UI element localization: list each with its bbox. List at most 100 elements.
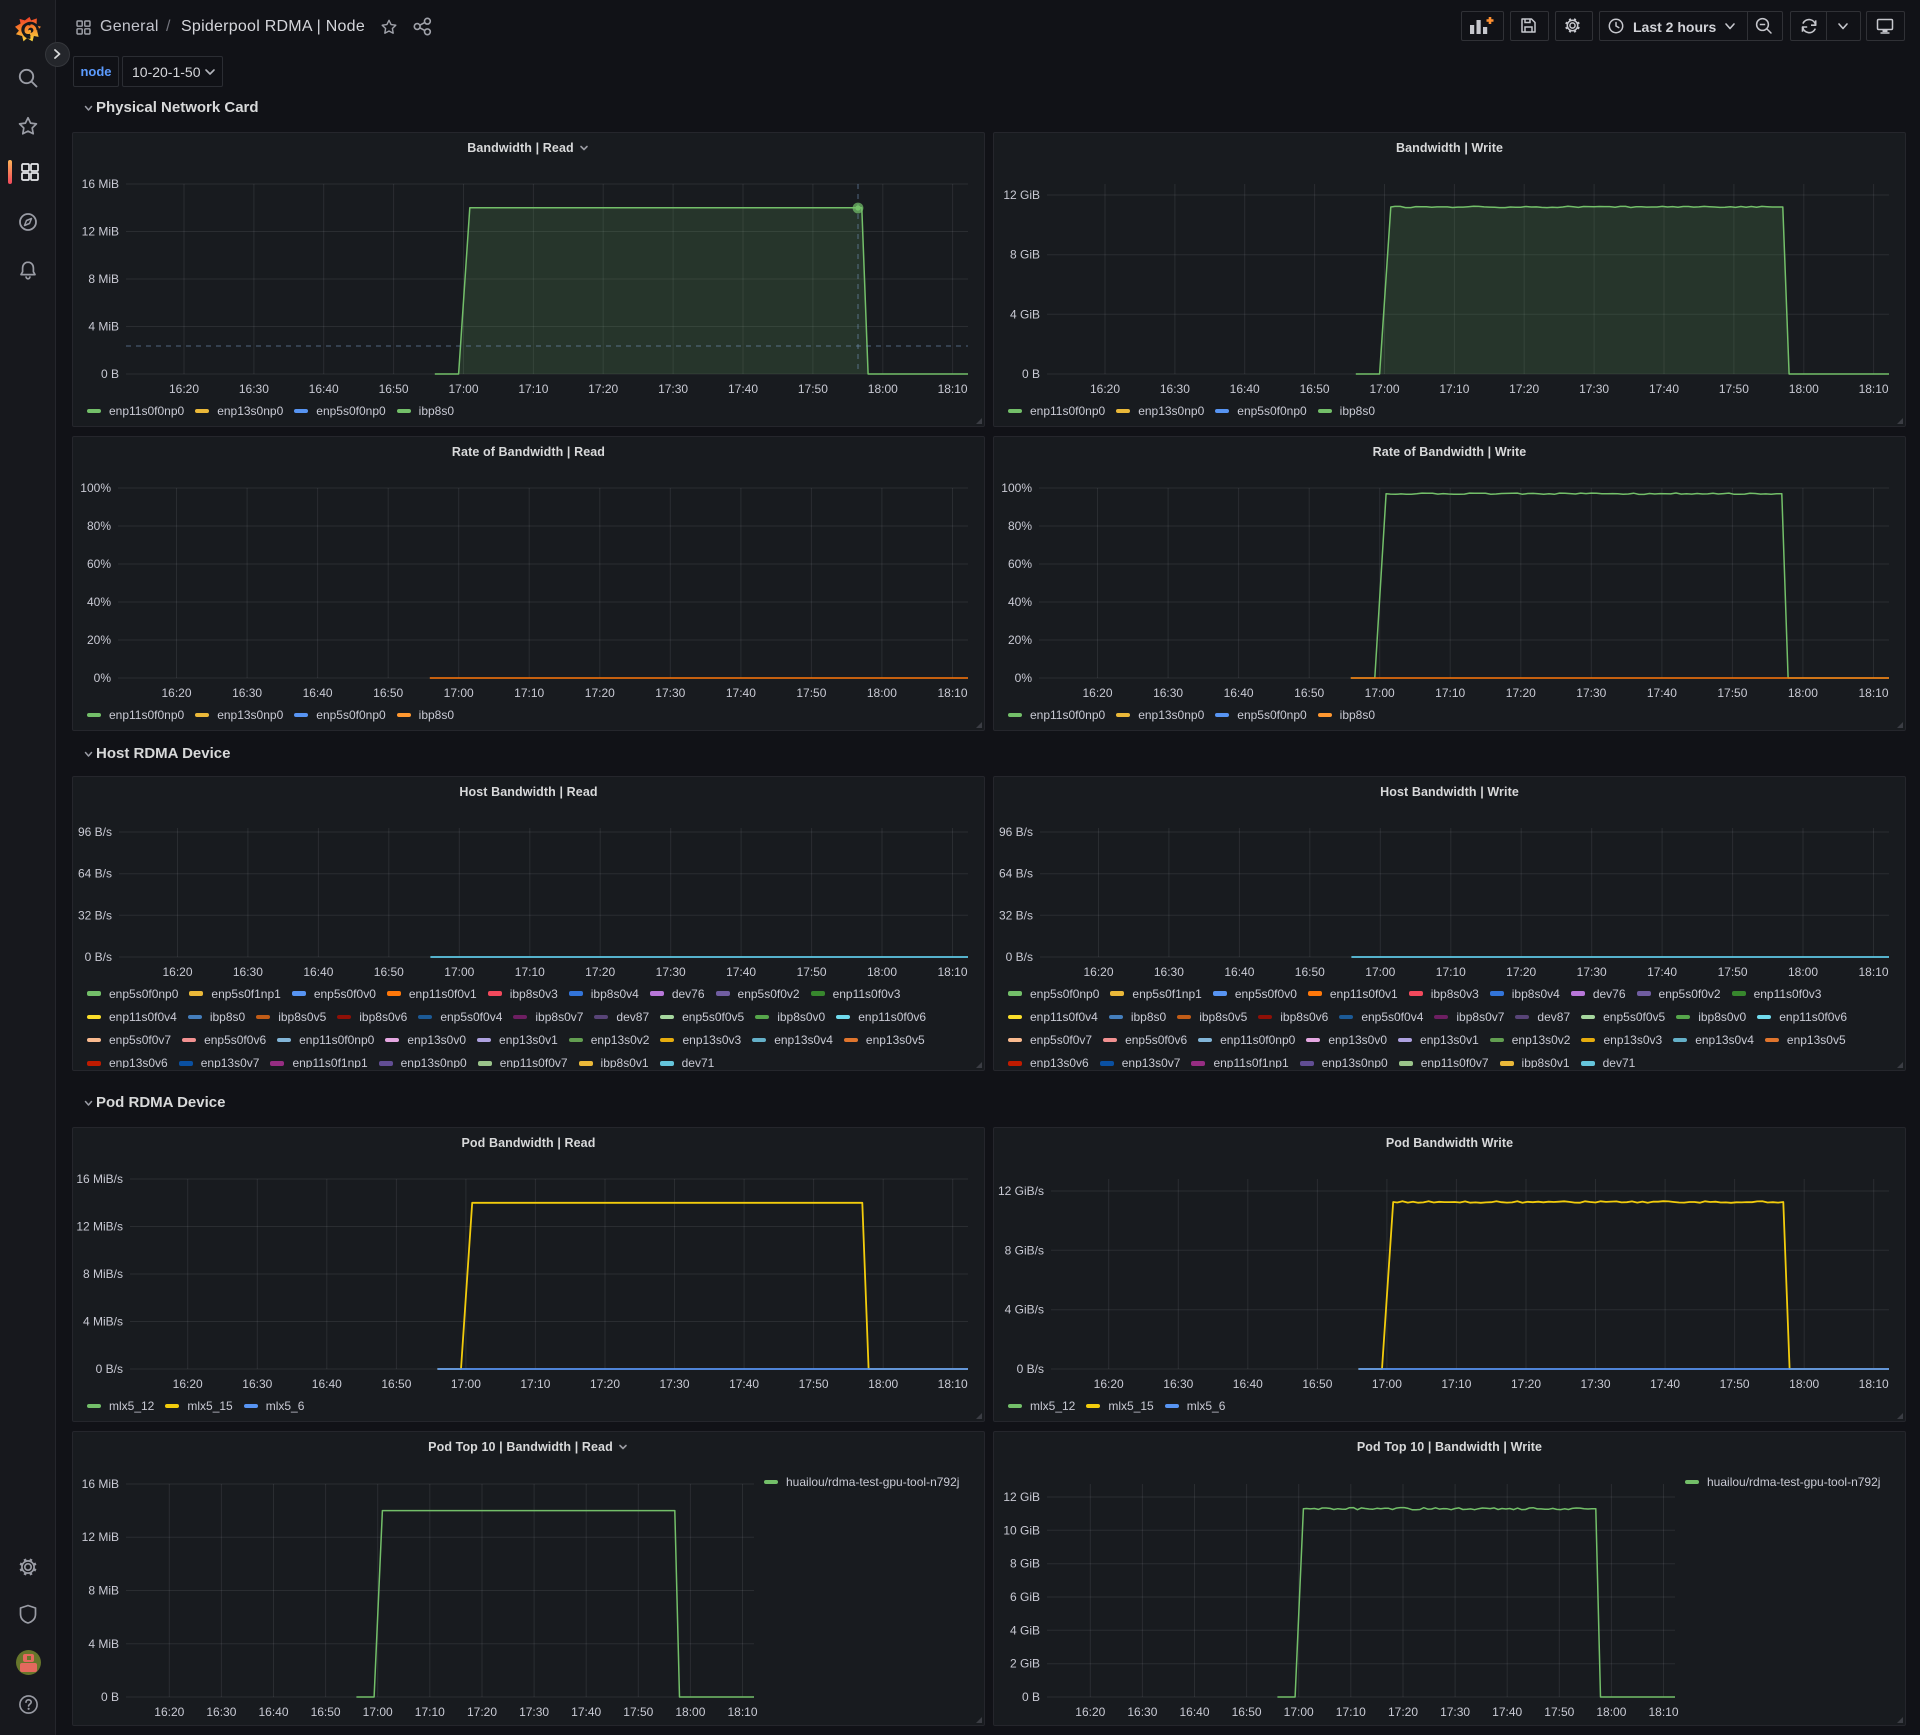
svg-text:8 MiB/s: 8 MiB/s — [83, 1267, 123, 1281]
svg-text:17:30: 17:30 — [655, 686, 685, 700]
svg-text:16 MiB: 16 MiB — [82, 177, 119, 191]
svg-text:17:20: 17:20 — [590, 1377, 620, 1391]
svg-text:18:10: 18:10 — [937, 686, 967, 700]
svg-text:16:30: 16:30 — [233, 965, 263, 979]
svg-text:17:00: 17:00 — [444, 965, 474, 979]
svg-text:16:40: 16:40 — [258, 1705, 288, 1719]
svg-text:16:50: 16:50 — [1294, 686, 1324, 700]
svg-text:64 B/s: 64 B/s — [999, 867, 1033, 881]
svg-text:16:50: 16:50 — [1295, 965, 1325, 979]
svg-text:16 MiB/s: 16 MiB/s — [76, 1172, 123, 1186]
svg-text:8 MiB: 8 MiB — [88, 1584, 119, 1598]
svg-text:100%: 100% — [1001, 481, 1032, 495]
svg-text:17:40: 17:40 — [1647, 965, 1677, 979]
svg-text:60%: 60% — [1008, 557, 1032, 571]
svg-text:16:50: 16:50 — [379, 382, 409, 396]
svg-text:16:50: 16:50 — [373, 686, 403, 700]
svg-text:16:30: 16:30 — [1153, 686, 1183, 700]
svg-text:40%: 40% — [1008, 595, 1032, 609]
svg-text:16:50: 16:50 — [311, 1705, 341, 1719]
svg-text:17:50: 17:50 — [799, 1377, 829, 1391]
svg-text:16:40: 16:40 — [312, 1377, 342, 1391]
svg-text:17:30: 17:30 — [659, 1377, 689, 1391]
svg-text:16:20: 16:20 — [154, 1705, 184, 1719]
svg-text:4 MiB: 4 MiB — [88, 320, 119, 334]
svg-text:0 B/s: 0 B/s — [1017, 1362, 1044, 1376]
svg-text:18:00: 18:00 — [1789, 1377, 1819, 1391]
svg-text:6 GiB: 6 GiB — [1010, 1590, 1040, 1604]
svg-text:17:40: 17:40 — [729, 1377, 759, 1391]
svg-text:16:20: 16:20 — [1075, 1705, 1105, 1719]
svg-text:16:20: 16:20 — [162, 965, 192, 979]
svg-text:17:10: 17:10 — [1439, 382, 1469, 396]
svg-text:16:30: 16:30 — [242, 1377, 272, 1391]
svg-text:17:50: 17:50 — [798, 382, 828, 396]
svg-text:96 B/s: 96 B/s — [78, 825, 112, 839]
svg-text:17:20: 17:20 — [1509, 382, 1539, 396]
svg-text:17:50: 17:50 — [797, 965, 827, 979]
svg-text:16:40: 16:40 — [1224, 686, 1254, 700]
svg-text:0 B: 0 B — [101, 367, 119, 381]
svg-text:12 GiB: 12 GiB — [1003, 1490, 1040, 1504]
svg-text:80%: 80% — [87, 519, 111, 533]
svg-text:16:20: 16:20 — [1090, 382, 1120, 396]
svg-text:17:10: 17:10 — [1435, 686, 1465, 700]
svg-text:17:30: 17:30 — [656, 965, 686, 979]
svg-text:16:50: 16:50 — [374, 965, 404, 979]
svg-text:80%: 80% — [1008, 519, 1032, 533]
svg-text:0%: 0% — [94, 671, 112, 685]
svg-text:17:30: 17:30 — [658, 382, 688, 396]
svg-text:18:00: 18:00 — [867, 686, 897, 700]
svg-text:17:30: 17:30 — [1440, 1705, 1470, 1719]
svg-text:17:10: 17:10 — [1441, 1377, 1471, 1391]
svg-text:18:00: 18:00 — [1789, 382, 1819, 396]
svg-text:8 GiB: 8 GiB — [1010, 248, 1040, 262]
svg-text:18:10: 18:10 — [1648, 1705, 1678, 1719]
svg-text:17:10: 17:10 — [415, 1705, 445, 1719]
svg-text:16:30: 16:30 — [1154, 965, 1184, 979]
svg-text:17:10: 17:10 — [518, 382, 548, 396]
svg-text:17:00: 17:00 — [1365, 965, 1395, 979]
svg-text:17:00: 17:00 — [1369, 382, 1399, 396]
svg-text:0 B/s: 0 B/s — [1006, 950, 1033, 964]
svg-text:17:50: 17:50 — [1720, 1377, 1750, 1391]
svg-text:16:20: 16:20 — [1083, 965, 1113, 979]
svg-text:2 GiB: 2 GiB — [1010, 1657, 1040, 1671]
svg-text:0 B: 0 B — [1022, 367, 1040, 381]
svg-text:40%: 40% — [87, 595, 111, 609]
svg-text:16:30: 16:30 — [1163, 1377, 1193, 1391]
svg-text:18:00: 18:00 — [868, 382, 898, 396]
svg-text:4 GiB/s: 4 GiB/s — [1005, 1303, 1044, 1317]
svg-text:16:40: 16:40 — [1179, 1705, 1209, 1719]
svg-text:17:30: 17:30 — [1577, 965, 1607, 979]
svg-text:16:40: 16:40 — [309, 382, 339, 396]
svg-text:0 B/s: 0 B/s — [85, 950, 112, 964]
svg-text:18:00: 18:00 — [1788, 686, 1818, 700]
svg-text:12 MiB: 12 MiB — [82, 225, 119, 239]
svg-text:10 GiB: 10 GiB — [1003, 1523, 1040, 1537]
svg-text:17:30: 17:30 — [519, 1705, 549, 1719]
svg-text:17:00: 17:00 — [363, 1705, 393, 1719]
svg-text:16:20: 16:20 — [1094, 1377, 1124, 1391]
svg-text:16:50: 16:50 — [381, 1377, 411, 1391]
svg-text:17:50: 17:50 — [1544, 1705, 1574, 1719]
svg-text:17:40: 17:40 — [1649, 382, 1679, 396]
svg-text:18:10: 18:10 — [938, 382, 968, 396]
svg-text:17:30: 17:30 — [1579, 382, 1609, 396]
svg-text:16:50: 16:50 — [1302, 1377, 1332, 1391]
svg-text:16:50: 16:50 — [1232, 1705, 1262, 1719]
svg-text:16:40: 16:40 — [1230, 382, 1260, 396]
svg-text:8 GiB/s: 8 GiB/s — [1005, 1243, 1044, 1257]
svg-text:0%: 0% — [1015, 671, 1033, 685]
svg-text:16 MiB: 16 MiB — [82, 1477, 119, 1491]
svg-text:12 GiB: 12 GiB — [1003, 188, 1040, 202]
svg-text:16:20: 16:20 — [169, 382, 199, 396]
svg-text:18:10: 18:10 — [1858, 686, 1888, 700]
svg-text:4 MiB: 4 MiB — [88, 1637, 119, 1651]
svg-text:18:10: 18:10 — [1859, 1377, 1889, 1391]
svg-text:17:00: 17:00 — [444, 686, 474, 700]
svg-text:17:50: 17:50 — [796, 686, 826, 700]
svg-text:16:40: 16:40 — [303, 686, 333, 700]
svg-text:16:30: 16:30 — [232, 686, 262, 700]
svg-text:4 GiB: 4 GiB — [1010, 307, 1040, 321]
